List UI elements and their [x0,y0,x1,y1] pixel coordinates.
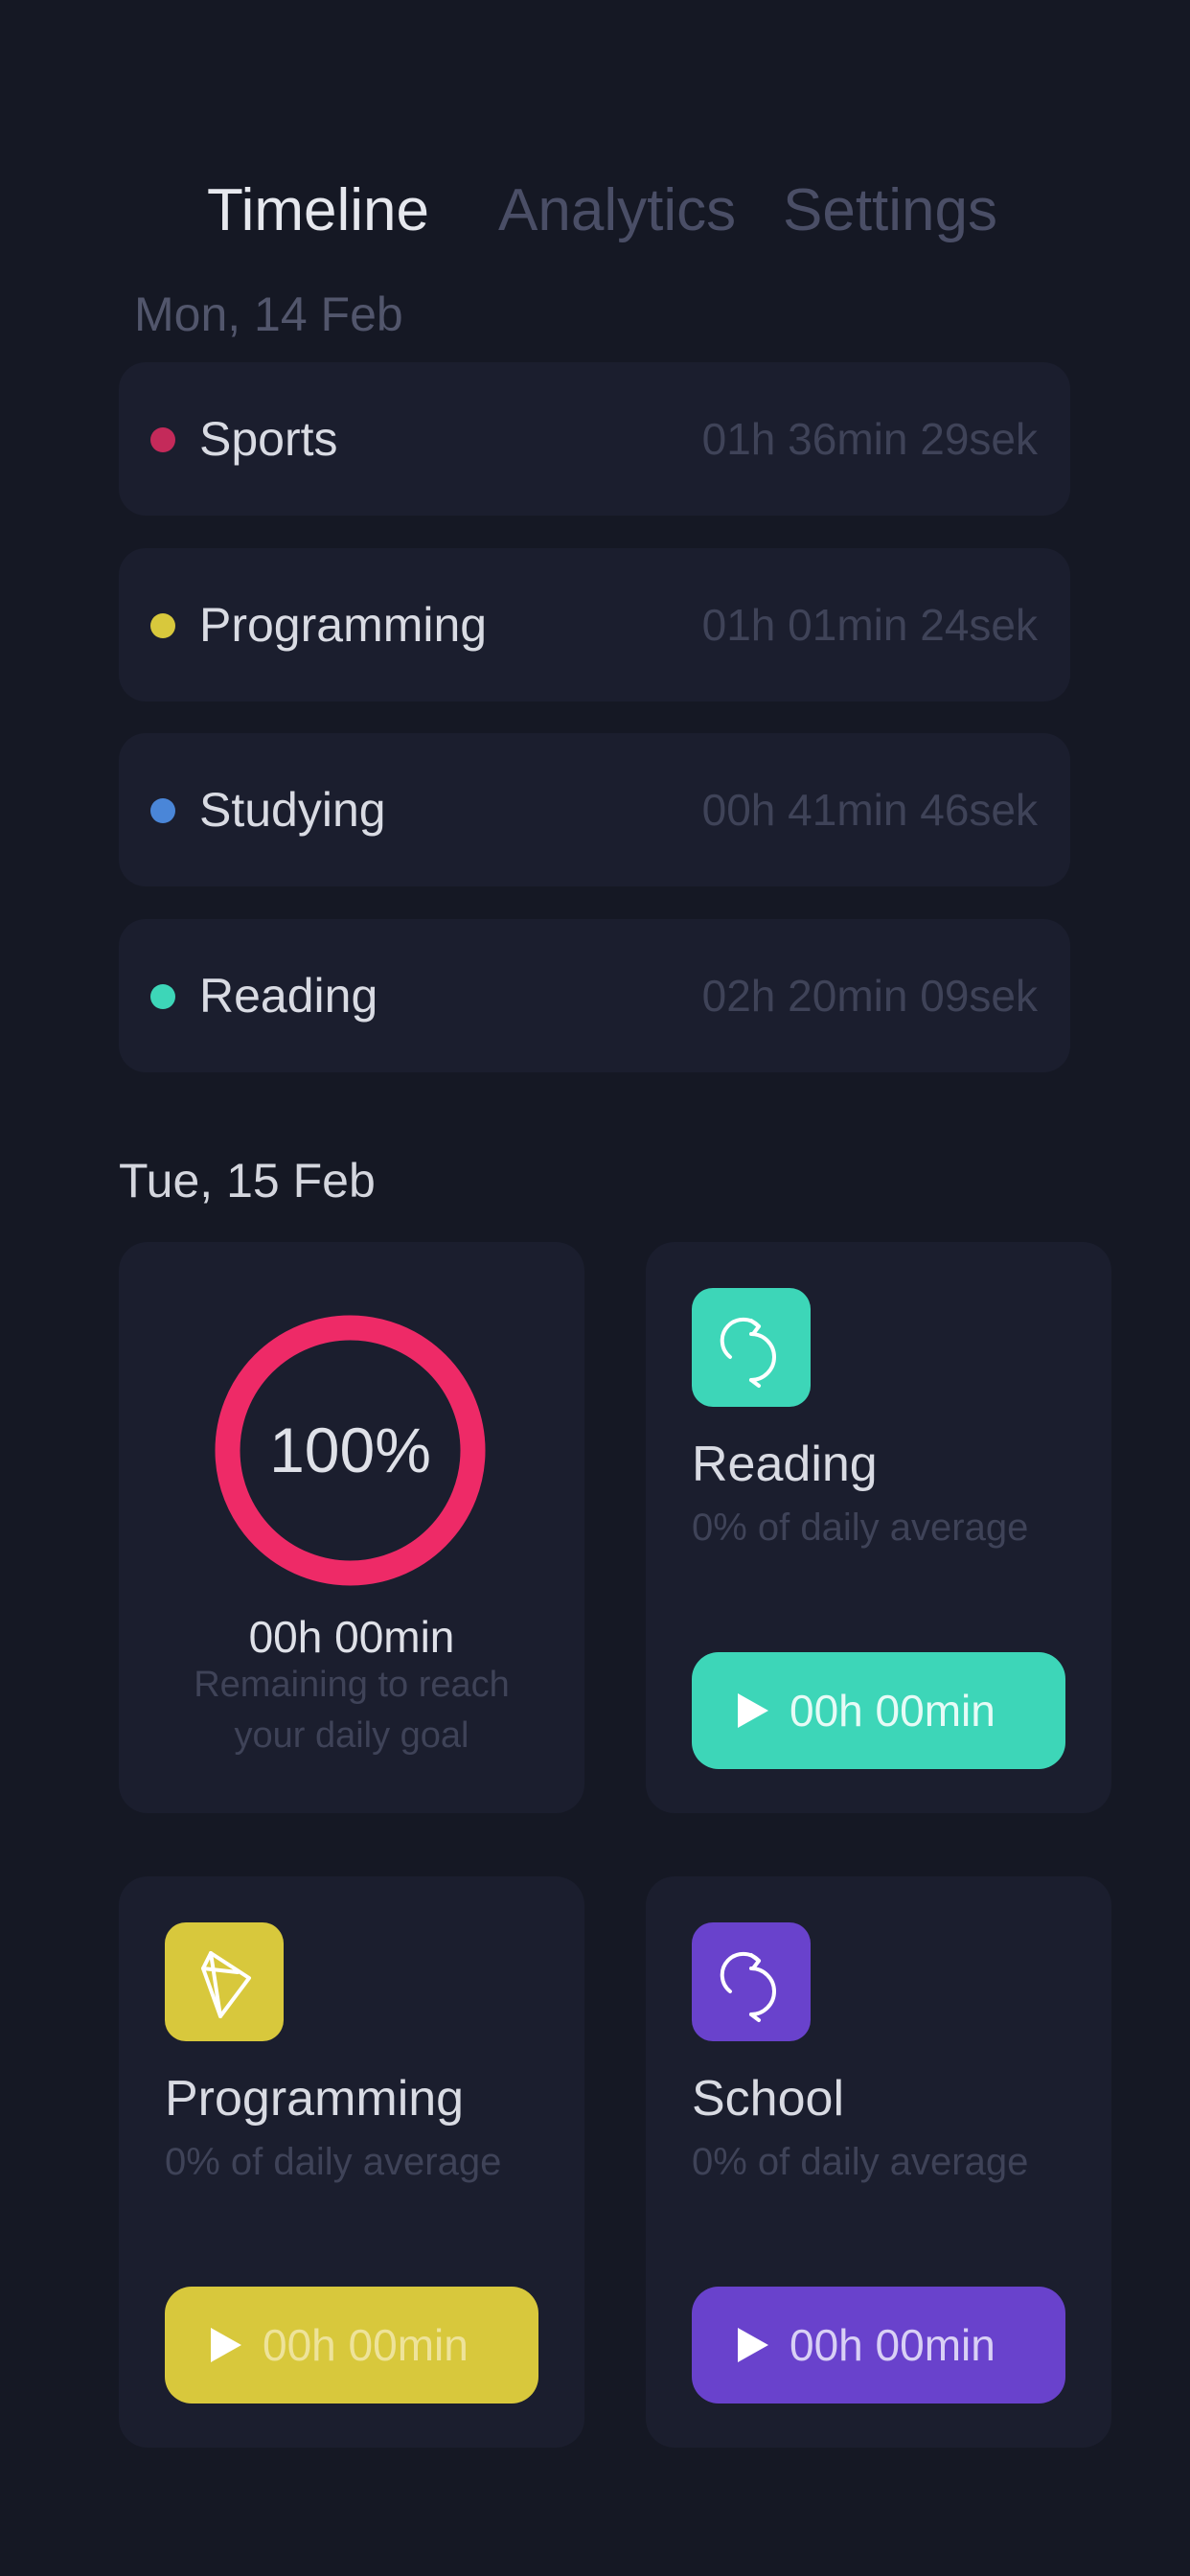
tab-analytics[interactable]: Analytics [498,172,736,249]
date-heading-past: Mon, 14 Feb [134,288,403,341]
start-timer-button[interactable]: 00h 00min [692,2287,1065,2404]
tab-bar: Timeline Analytics Settings [0,172,1190,249]
timer-label: 00h 00min [790,2320,995,2370]
play-icon [738,1693,768,1728]
activity-subtitle: 0% of daily average [165,2141,502,2183]
activity-card-school[interactable]: School 0% of daily average 00h 00min [646,1876,1111,2448]
play-icon [211,2328,241,2362]
timeline-entry-reading[interactable]: Reading 02h 20min 09sek [119,919,1070,1072]
timeline-entry-programming[interactable]: Programming 01h 01min 24sek [119,548,1070,702]
entry-name: Studying [199,783,386,837]
entry-duration: 02h 20min 09sek [701,971,1038,1021]
goal-caption: Remaining to reach your daily goal [194,1665,510,1756]
goal-remaining-time: 00h 00min [248,1612,455,1662]
activity-subtitle: 0% of daily average [692,2141,1029,2183]
category-dot [150,613,175,638]
entry-name: Programming [199,598,488,652]
entry-duration: 01h 01min 24sek [701,600,1038,650]
timeline-entry-sports[interactable]: Sports 01h 36min 29sek [119,362,1070,516]
entry-duration: 00h 41min 46sek [701,785,1038,835]
activity-subtitle: 0% of daily average [692,1506,1029,1549]
activity-card-programming[interactable]: Programming 0% of daily average 00h 00mi… [119,1876,584,2448]
tab-settings[interactable]: Settings [783,172,997,249]
refresh-icon [692,1922,811,2041]
timer-label: 00h 00min [263,2320,469,2370]
activity-title: Programming [165,2071,465,2127]
entry-duration: 01h 36min 29sek [701,414,1038,464]
activity-title: Reading [692,1437,878,1492]
daily-goal-card: 100% 00h 00min Remaining to reach your d… [119,1242,584,1813]
tab-timeline[interactable]: Timeline [207,172,429,249]
compass-icon [165,1922,284,2041]
entry-name: Sports [199,412,338,466]
play-icon [738,2328,768,2362]
timeline-entry-studying[interactable]: Studying 00h 41min 46sek [119,733,1070,886]
date-heading-today: Tue, 15 Feb [119,1154,376,1208]
start-timer-button[interactable]: 00h 00min [692,1652,1065,1769]
activity-card-reading[interactable]: Reading 0% of daily average 00h 00min [646,1242,1111,1813]
refresh-icon [692,1288,811,1407]
start-timer-button[interactable]: 00h 00min [165,2287,538,2404]
activity-title: School [692,2071,844,2127]
category-dot [150,427,175,452]
category-dot [150,798,175,823]
category-dot [150,984,175,1009]
goal-percent: 100% [269,1414,431,1485]
timer-label: 00h 00min [790,1686,995,1736]
entry-name: Reading [199,969,378,1023]
